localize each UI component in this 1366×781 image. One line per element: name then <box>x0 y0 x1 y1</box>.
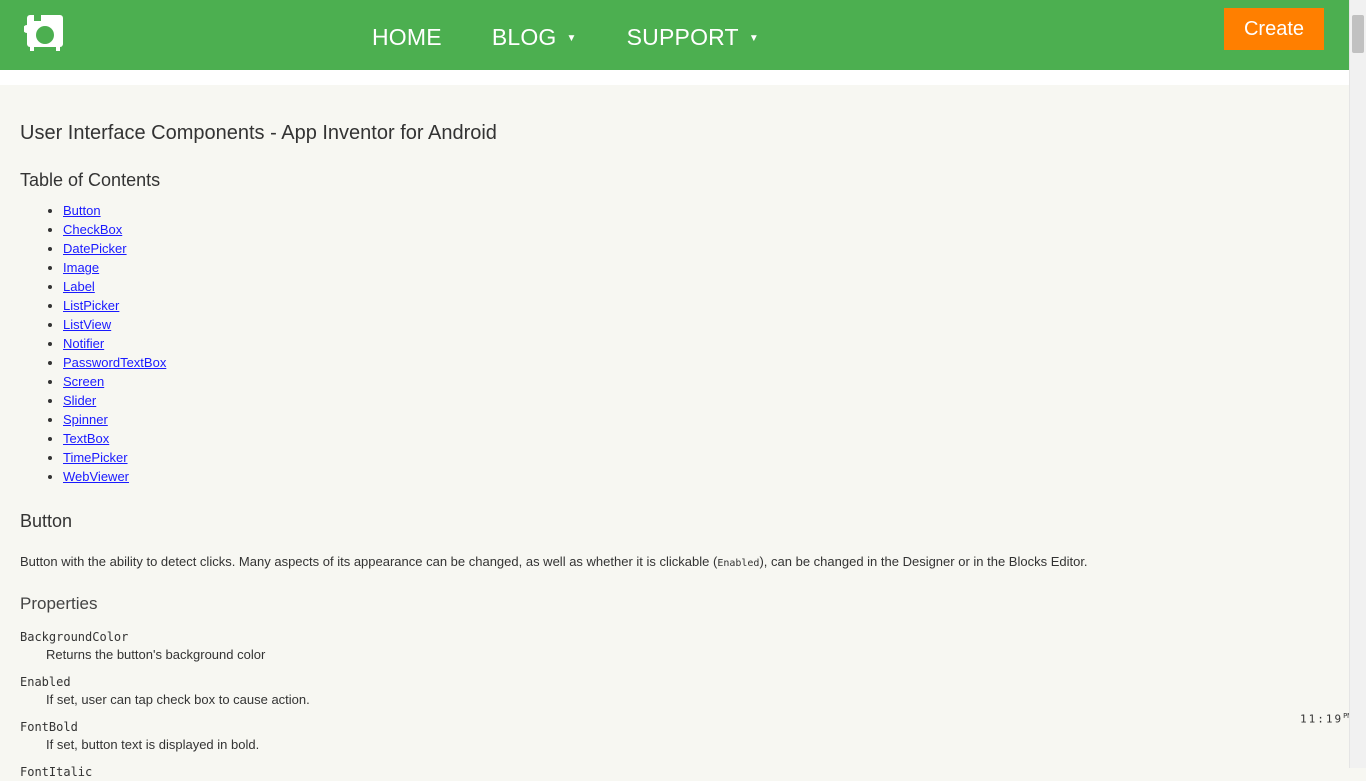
property-name: FontBold <box>20 720 78 734</box>
toc-item: Label <box>63 277 1320 296</box>
toc-item: TimePicker <box>63 448 1320 467</box>
property-name: FontItalic <box>20 765 93 779</box>
properties-list: BackgroundColor Returns the button's back… <box>20 628 1320 781</box>
toc-link-button[interactable]: Button <box>63 203 101 218</box>
nav-link-label: HOME <box>372 23 442 50</box>
toc-item: DatePicker <box>63 239 1320 258</box>
toc-link-listview[interactable]: ListView <box>63 317 111 332</box>
clock-overlay: 11:19PM <box>1300 712 1352 726</box>
button-description: Button with the ability to detect clicks… <box>20 554 1088 569</box>
nav-link-blog[interactable]: BLOG ▼ <box>492 20 577 51</box>
table-of-contents: Button CheckBox DatePicker Image Label ListPi… <box>20 201 1320 486</box>
property-description: If set, user can tap check box to cause … <box>46 692 310 707</box>
nav-link-label: SUPPORT <box>626 23 739 50</box>
toc-item: TextBox <box>63 429 1320 448</box>
nav-link-support[interactable]: SUPPORT ▼ <box>627 20 759 51</box>
toc-item: CheckBox <box>63 220 1320 239</box>
toc-link-spinner[interactable]: Spinner <box>63 412 108 427</box>
toc-link-label[interactable]: Label <box>63 279 95 294</box>
property-name: Enabled <box>20 675 71 689</box>
toc-item: Screen <box>63 372 1320 391</box>
main-nav: HOME BLOG ▼ SUPPORT ▼ <box>372 0 809 70</box>
property-description: Returns the button's background color <box>46 647 266 662</box>
main-content: User Interface Components - App Inventor… <box>20 122 1320 781</box>
nav-link-label: BLOG <box>491 23 557 50</box>
toc-heading: Table of Contents <box>20 170 161 190</box>
toc-item: Slider <box>63 391 1320 410</box>
header-divider <box>0 70 1349 85</box>
toc-item: Notifier <box>63 334 1320 353</box>
toc-item: PasswordTextBox <box>63 353 1320 372</box>
app-inventor-logo-icon[interactable] <box>24 13 64 53</box>
vertical-scrollbar[interactable] <box>1349 0 1366 768</box>
toc-item: Button <box>63 201 1320 220</box>
page-title: User Interface Components - App Inventor… <box>20 122 497 144</box>
property-name: BackgroundColor <box>20 630 129 644</box>
toc-link-webviewer[interactable]: WebViewer <box>63 469 129 484</box>
toc-link-textbox[interactable]: TextBox <box>63 431 109 446</box>
toc-item: Image <box>63 258 1320 277</box>
toc-item: ListView <box>63 315 1320 334</box>
toc-item: ListPicker <box>63 296 1320 315</box>
toc-item: WebViewer <box>63 467 1320 486</box>
toc-link-notifier[interactable]: Notifier <box>63 336 104 351</box>
property-description: If set, button text is displayed in bold… <box>46 737 260 752</box>
toc-item: Spinner <box>63 410 1320 429</box>
scrollbar-thumb[interactable] <box>1352 15 1364 53</box>
toc-link-image[interactable]: Image <box>63 260 99 275</box>
button-section-heading: Button <box>20 511 73 531</box>
toc-link-datepicker[interactable]: DatePicker <box>63 241 127 256</box>
create-button[interactable]: Create <box>1224 8 1324 50</box>
top-navbar: HOME BLOG ▼ SUPPORT ▼ Create <box>0 0 1349 70</box>
toc-link-checkbox[interactable]: CheckBox <box>63 222 122 237</box>
caret-down-icon: ▼ <box>566 32 577 44</box>
toc-link-screen[interactable]: Screen <box>63 374 104 389</box>
toc-link-slider[interactable]: Slider <box>63 393 96 408</box>
toc-link-timepicker[interactable]: TimePicker <box>63 450 128 465</box>
enabled-code: Enabled <box>717 558 760 569</box>
toc-link-listpicker[interactable]: ListPicker <box>63 298 119 313</box>
toc-link-passwordtextbox[interactable]: PasswordTextBox <box>63 355 166 370</box>
nav-link-home[interactable]: HOME <box>372 20 442 51</box>
properties-heading: Properties <box>20 594 98 613</box>
caret-down-icon: ▼ <box>748 32 759 44</box>
